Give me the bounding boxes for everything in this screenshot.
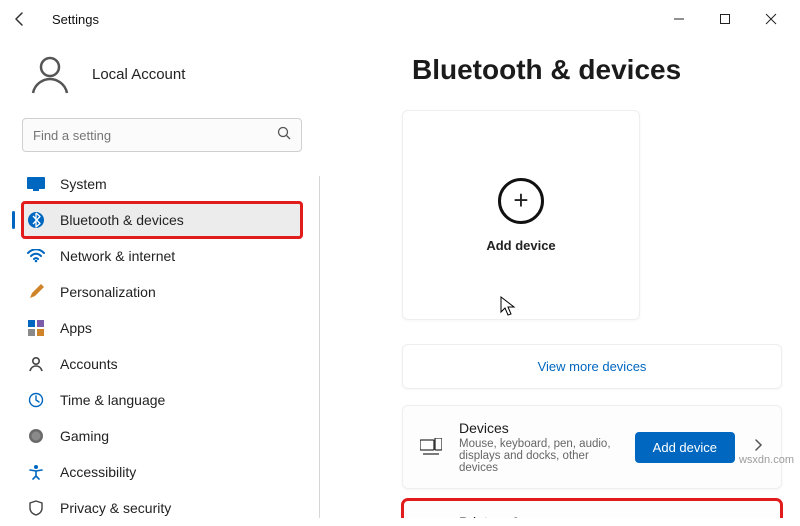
nav-label: Bluetooth & devices (60, 212, 184, 228)
nav-label: Accessibility (60, 464, 136, 480)
nav-privacy-security[interactable]: Privacy & security (22, 490, 302, 526)
nav-accounts[interactable]: Accounts (22, 346, 302, 382)
search-icon (277, 126, 291, 145)
wifi-icon (26, 246, 46, 266)
window-title: Settings (52, 12, 99, 27)
back-button[interactable] (6, 5, 34, 33)
watermark: wsxdn.com (739, 454, 794, 466)
nav-accessibility[interactable]: Accessibility (22, 454, 302, 490)
devices-icon (419, 435, 443, 459)
avatar-icon (26, 50, 74, 98)
nav-label: Gaming (60, 428, 109, 444)
nav-label: System (60, 176, 107, 192)
nav-label: Network & internet (60, 248, 175, 264)
add-device-label: Add device (486, 238, 555, 253)
maximize-button[interactable] (702, 3, 748, 35)
nav-network[interactable]: Network & internet (22, 238, 302, 274)
bluetooth-icon (26, 210, 46, 230)
row-printers-scanners[interactable]: Printers & scanners Preferences, trouble… (402, 499, 782, 518)
search-box[interactable] (22, 118, 302, 152)
brush-icon (26, 282, 46, 302)
nav-apps[interactable]: Apps (22, 310, 302, 346)
sidebar-divider (319, 176, 320, 518)
nav-label: Apps (60, 320, 92, 336)
accessibility-icon (26, 462, 46, 482)
row-title: Printers & scanners (459, 514, 735, 518)
page-title: Bluetooth & devices (412, 54, 772, 86)
titlebar: Settings (0, 0, 800, 38)
nav-bluetooth-devices[interactable]: Bluetooth & devices (22, 202, 302, 238)
add-device-tile[interactable]: + Add device (402, 110, 640, 320)
search-input[interactable] (33, 128, 277, 143)
shield-icon (26, 498, 46, 518)
clock-globe-icon (26, 390, 46, 410)
nav-system[interactable]: System (22, 166, 302, 202)
row-subtitle: Mouse, keyboard, pen, audio, displays an… (459, 438, 619, 474)
nav-list: System Bluetooth & devices Network & int… (22, 166, 302, 526)
plus-icon: + (498, 178, 544, 224)
add-device-button[interactable]: Add device (635, 432, 735, 463)
nav-label: Accounts (60, 356, 118, 372)
nav-label: Personalization (60, 284, 156, 300)
nav-personalization[interactable]: Personalization (22, 274, 302, 310)
person-icon (26, 354, 46, 374)
sidebar: Local Account System Bluetooth & devices… (0, 38, 320, 518)
minimize-button[interactable] (656, 3, 702, 35)
row-title: Devices (459, 420, 619, 436)
nav-time-language[interactable]: Time & language (22, 382, 302, 418)
system-icon (26, 174, 46, 194)
row-devices[interactable]: Devices Mouse, keyboard, pen, audio, dis… (402, 405, 782, 489)
close-button[interactable] (748, 3, 794, 35)
apps-icon (26, 318, 46, 338)
nav-label: Privacy & security (60, 500, 171, 516)
gaming-icon (26, 426, 46, 446)
content-pane: Bluetooth & devices + Add device View mo… (320, 38, 800, 518)
nav-gaming[interactable]: Gaming (22, 418, 302, 454)
account-name: Local Account (92, 66, 185, 83)
view-more-label: View more devices (538, 359, 647, 374)
view-more-devices[interactable]: View more devices (402, 344, 782, 389)
nav-label: Time & language (60, 392, 165, 408)
account-block[interactable]: Local Account (26, 50, 302, 98)
mouse-cursor-icon (500, 296, 516, 321)
